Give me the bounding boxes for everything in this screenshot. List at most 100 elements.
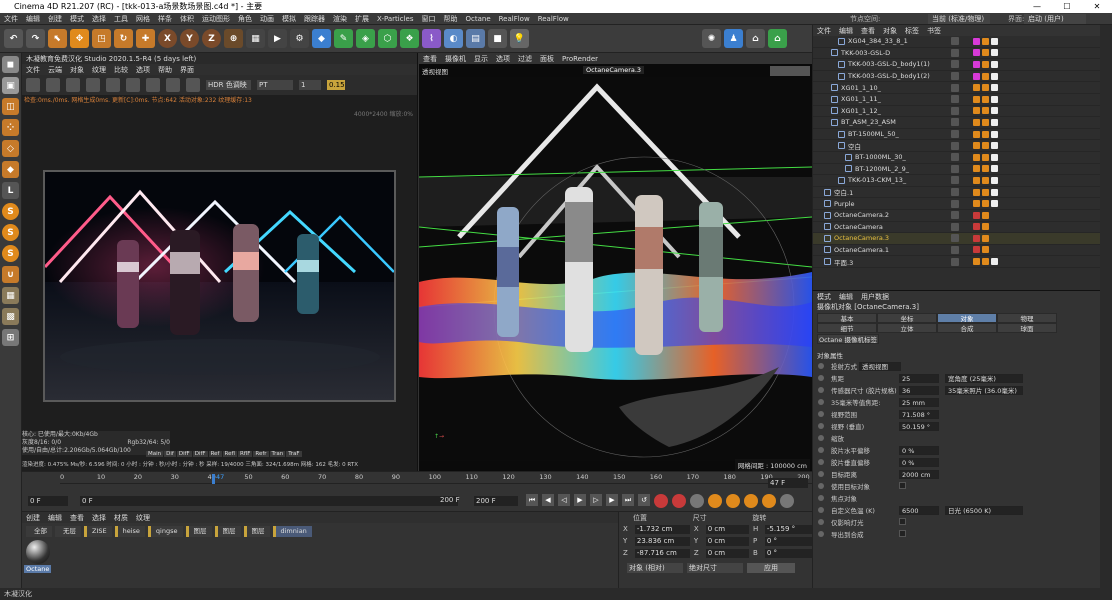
attr-tab[interactable]: 坐标 <box>877 313 937 323</box>
frame-field[interactable]: 47 F <box>768 478 808 488</box>
visibility-toggle[interactable] <box>951 234 959 243</box>
checkbox[interactable] <box>899 482 906 489</box>
visibility-toggle[interactable] <box>951 222 959 231</box>
tag-icon[interactable] <box>982 165 989 173</box>
render-menu-item[interactable]: 选项 <box>136 65 150 75</box>
tag-icon[interactable] <box>982 200 989 208</box>
tag-icon[interactable] <box>973 60 980 68</box>
tag-icon[interactable] <box>982 60 989 68</box>
menu-item[interactable]: 工具 <box>110 14 132 24</box>
record-icon[interactable] <box>654 494 668 508</box>
material-tab[interactable]: dimnian <box>272 526 312 537</box>
menu-item[interactable]: 模拟 <box>278 14 300 24</box>
key-position-icon[interactable] <box>708 494 722 508</box>
object-row[interactable]: TKK-003-GSL-D_body1(2) <box>813 71 1100 83</box>
tag-icon[interactable] <box>991 130 998 138</box>
tag-icon[interactable] <box>991 107 998 115</box>
material-menu-item[interactable]: 编辑 <box>48 513 62 523</box>
viewport-menu-item[interactable]: 显示 <box>474 54 488 64</box>
snap-s3-icon[interactable]: S <box>2 245 19 262</box>
key-param-icon[interactable] <box>762 494 776 508</box>
coord-mode-select[interactable]: 对象 (相对) <box>627 563 683 573</box>
object-row[interactable]: TKK-013-CKM_13_ <box>813 175 1100 187</box>
cube-icon[interactable]: ◆ <box>312 29 331 48</box>
octane-camera-tag-tab[interactable]: Octane 摄像机标签 <box>817 334 879 344</box>
render-menu-item[interactable]: 文件 <box>26 65 40 75</box>
object-menu-item[interactable]: 查看 <box>861 26 875 36</box>
coord-system-icon[interactable]: ⊕ <box>224 29 243 48</box>
tag-icon[interactable] <box>982 258 989 266</box>
render-menu-item[interactable]: 云端 <box>48 65 62 75</box>
viewport-menu-item[interactable]: 面板 <box>540 54 554 64</box>
anim-dot[interactable] <box>818 495 824 501</box>
tag-icon[interactable] <box>973 211 980 219</box>
render-focus-icon[interactable] <box>166 78 180 92</box>
tag-icon[interactable] <box>973 188 980 196</box>
floor-icon[interactable]: ▤ <box>466 29 485 48</box>
visibility-toggle[interactable] <box>951 106 959 115</box>
object-row[interactable]: OctaneCamera.2 <box>813 210 1100 222</box>
material-menu-item[interactable]: 材质 <box>114 513 128 523</box>
tag-icon[interactable] <box>991 84 998 92</box>
render-menu-item[interactable]: 比较 <box>114 65 128 75</box>
tag-icon[interactable] <box>973 234 980 242</box>
menu-item[interactable]: 网格 <box>132 14 154 24</box>
workplane-grid-icon[interactable]: ▦ <box>2 287 19 304</box>
material-tab[interactable]: 图层 <box>243 526 270 537</box>
menu-item[interactable]: Octane <box>461 15 494 23</box>
coord-rotation-field[interactable]: -5.159 ° <box>764 524 813 534</box>
make-editable-icon[interactable]: ◼ <box>2 56 19 73</box>
key-pla-icon[interactable] <box>780 494 794 508</box>
render-pass-tab[interactable]: Ref <box>208 451 222 457</box>
visibility-toggle[interactable] <box>951 72 959 81</box>
material-tab[interactable]: 无层 <box>55 526 81 537</box>
object-row[interactable]: OctaneCamera.1 <box>813 245 1100 257</box>
end-frame-field[interactable]: 200 F <box>474 496 518 506</box>
tag-icon[interactable] <box>973 95 980 103</box>
tag-icon[interactable] <box>991 258 998 266</box>
apply-button[interactable]: 应用 <box>747 563 795 573</box>
tag-icon[interactable] <box>991 49 998 57</box>
anim-dot[interactable] <box>818 399 824 405</box>
render-pass-tab[interactable]: TraF <box>286 451 302 457</box>
pen-icon[interactable]: ✎ <box>334 29 353 48</box>
menu-item[interactable]: 文件 <box>0 14 22 24</box>
material-name[interactable]: Octane <box>24 565 52 573</box>
menu-item[interactable]: 体积 <box>176 14 198 24</box>
tag-icon[interactable] <box>982 188 989 196</box>
visibility-toggle[interactable] <box>951 118 959 127</box>
tag-icon[interactable] <box>982 118 989 126</box>
projection-anim-dot[interactable] <box>818 363 824 369</box>
zoom-field[interactable]: 0.15 <box>327 80 345 90</box>
render-lock-icon[interactable] <box>126 78 140 92</box>
lock-grid-icon[interactable]: ▩ <box>2 308 19 325</box>
tag-icon[interactable] <box>991 95 998 103</box>
visibility-toggle[interactable] <box>951 245 959 254</box>
menu-item[interactable]: 模式 <box>66 14 88 24</box>
tag-icon[interactable] <box>982 234 989 242</box>
light-icon[interactable]: 💡 <box>510 29 529 48</box>
kernel-select[interactable]: PT <box>257 80 293 90</box>
field-preset-select[interactable]: 35毫米照片 (36.0毫米) <box>945 385 1023 395</box>
field-preset-select[interactable]: 日光 (6500 K) <box>945 505 1023 515</box>
object-row[interactable]: BT-1000ML_30_ <box>813 152 1100 164</box>
field-preset-select[interactable]: 宽角度 (25毫米) <box>945 373 1023 383</box>
coord-rotation-field[interactable]: 0 ° <box>764 548 813 558</box>
field-value[interactable]: 0 % <box>899 457 939 467</box>
move-icon[interactable]: ✥ <box>70 29 89 48</box>
field-value[interactable]: 36 <box>899 385 939 395</box>
render-pass-tab[interactable]: Refr <box>253 451 269 457</box>
tag-icon[interactable] <box>973 118 980 126</box>
anim-dot[interactable] <box>818 411 824 417</box>
tonemap-select[interactable]: HDR 色调映 <box>206 80 251 90</box>
number-field[interactable]: 1 <box>299 80 321 90</box>
render-pass-tab[interactable]: Refl <box>222 451 237 457</box>
tag-icon[interactable] <box>982 72 989 80</box>
render-stop-icon[interactable] <box>66 78 80 92</box>
preview-range-start[interactable]: 0 F <box>80 496 458 506</box>
tag-icon[interactable] <box>973 165 980 173</box>
menu-item[interactable]: 跟踪器 <box>300 14 329 24</box>
render-region-select-icon[interactable] <box>146 78 160 92</box>
object-menu-item[interactable]: 标签 <box>905 26 919 36</box>
object-row[interactable]: XG01_1_10_ <box>813 82 1100 94</box>
